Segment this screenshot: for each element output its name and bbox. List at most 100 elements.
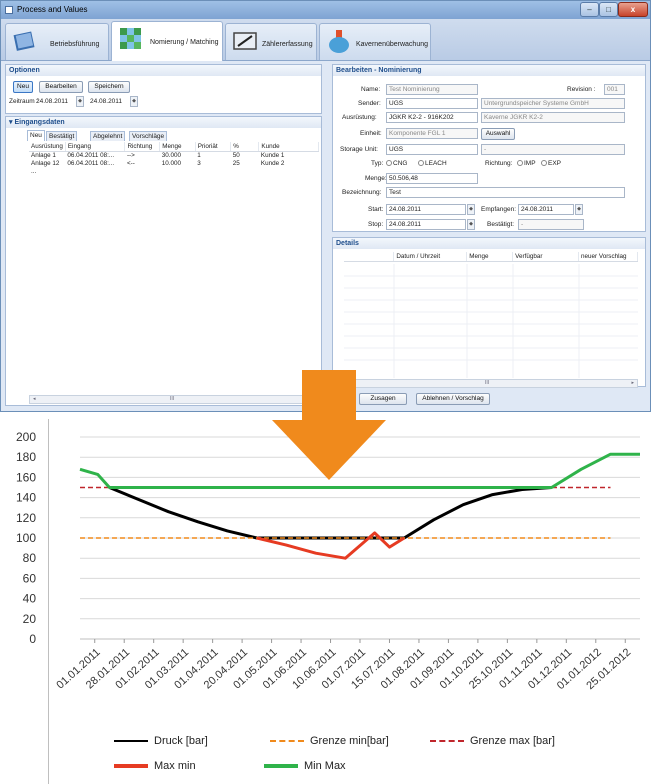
down-arrow-icon	[272, 370, 386, 480]
column-header[interactable]: neuer Vorschlag	[578, 252, 638, 262]
input-table: Ausrüstung Eingang Richtung Menge Priori…	[29, 142, 319, 176]
data-cube-icon	[120, 28, 141, 49]
tab-label: Kavernenüberwachung	[356, 41, 428, 48]
cell: 3	[197, 160, 201, 167]
start-date-spinner[interactable]: ◆	[467, 204, 475, 215]
scroll-thumb[interactable]: III	[485, 380, 489, 387]
period-from[interactable]: 24.08.2011	[36, 98, 68, 105]
options-title: Optionen	[6, 65, 321, 76]
confirmed-field: -	[518, 219, 584, 230]
legend-label: Min Max	[304, 760, 346, 772]
column-header[interactable]: Verfügbar	[512, 252, 579, 262]
period-from-spinner[interactable]: ◆	[76, 96, 84, 107]
tab-nomierung-matching[interactable]: Nomierung / Matching	[111, 21, 223, 61]
period-to[interactable]: 24.08.2011	[90, 98, 122, 105]
type-leach-radio[interactable]: LEACH	[418, 160, 447, 167]
column-header[interactable]: Ausrüstung	[29, 142, 66, 152]
cell: 10.000	[161, 160, 181, 167]
column-header[interactable]: %	[230, 142, 260, 152]
table-header: Ausrüstung Eingang Richtung Menge Priori…	[29, 142, 319, 152]
sender-label: Sender:	[358, 100, 381, 107]
meter-icon	[233, 32, 257, 50]
maximize-button[interactable]: □	[599, 2, 618, 17]
received-date-spinner[interactable]: ◆	[575, 204, 583, 215]
new-button[interactable]: Neu	[13, 81, 33, 93]
edit-button[interactable]: Bearbeiten	[39, 81, 83, 93]
reject-propose-button[interactable]: Ablehnen / Vorschlag	[416, 393, 490, 405]
type-cng-radio[interactable]: CNG	[386, 160, 407, 167]
cell: 06.04.2011 08:...	[67, 152, 115, 160]
column-header[interactable]: Kunde	[258, 142, 319, 152]
direction-imp-radio[interactable]: IMP	[517, 160, 536, 167]
legend-swatch	[114, 764, 148, 769]
storage-unit-description: -	[481, 144, 625, 155]
app-window: Process and Values ‒ □ x Betriebsführung…	[0, 0, 651, 412]
start-label: Start:	[368, 206, 384, 213]
cell: <--	[126, 160, 135, 167]
table-row[interactable]: ...	[29, 168, 319, 176]
designation-field[interactable]: Test	[386, 187, 625, 198]
legend-label: Grenze min[bar]	[310, 735, 389, 747]
select-button[interactable]: Auswahl	[481, 128, 515, 140]
period-to-spinner[interactable]: ◆	[130, 96, 138, 107]
cell: Anlage 1	[31, 152, 56, 160]
sender-field[interactable]: UGS	[386, 98, 478, 109]
minimize-button[interactable]: ‒	[580, 2, 599, 17]
y-tick-label: 180	[16, 450, 36, 464]
direction-exp-radio[interactable]: EXP	[541, 160, 561, 167]
radio-icon	[386, 160, 392, 166]
column-header-blank	[344, 252, 395, 262]
options-panel: Optionen Neu Bearbeiten Speichern Zeitra…	[5, 64, 322, 114]
cell	[160, 168, 195, 176]
tab-kavernenueberwachung[interactable]: Kavernenüberwachung	[319, 23, 431, 60]
y-tick-label: 160	[16, 470, 36, 484]
unit-field[interactable]: Komponente FGL 1	[386, 128, 478, 139]
close-button[interactable]: x	[618, 2, 648, 17]
storage-unit-field[interactable]: UGS	[386, 144, 478, 155]
series-line-0	[108, 486, 552, 540]
table-row[interactable]: Anlage 12 06.04.2011 08:... <-- 10.000 3…	[29, 160, 319, 168]
radio-icon	[517, 160, 523, 166]
cell: ...	[31, 168, 37, 175]
stop-field[interactable]: 24.08.2011	[386, 219, 466, 230]
name-field[interactable]: Test Nominierung	[386, 84, 478, 95]
column-header[interactable]: Menge	[466, 252, 514, 262]
subtab-new[interactable]: Neu	[27, 130, 45, 141]
scroll-right-icon[interactable]: ▸	[631, 380, 634, 387]
received-field[interactable]: 24.08.2011	[518, 204, 574, 215]
revision-field[interactable]: 001	[604, 84, 625, 95]
stop-date-spinner[interactable]: ◆	[467, 219, 475, 230]
equipment-field[interactable]: JGKR K2-2 - 916K202	[386, 112, 478, 123]
scroll-left-icon[interactable]: ◂	[33, 396, 36, 403]
y-tick-label: 0	[29, 632, 36, 646]
subtab-rejected[interactable]: Abgelehnt	[90, 131, 126, 141]
column-header[interactable]: Menge	[159, 142, 196, 152]
legend-max-min: Max min	[114, 760, 196, 772]
type-label: Typ:	[371, 160, 384, 167]
subtab-proposals[interactable]: Vorschläge	[129, 131, 168, 141]
save-button[interactable]: Speichern	[88, 81, 130, 93]
y-tick-label: 120	[16, 511, 36, 525]
direction-imp-label: IMP	[524, 160, 536, 167]
start-field[interactable]: 24.08.2011	[386, 204, 466, 215]
table-row[interactable]: Anlage 1 06.04.2011 08:... --> 30.000 1 …	[29, 152, 319, 160]
column-header[interactable]: Eingang	[65, 142, 126, 152]
legend-swatch	[430, 740, 464, 743]
legend-grenze-max: Grenze max [bar]	[430, 735, 555, 747]
cell: 50	[232, 152, 240, 160]
details-horizontal-scrollbar[interactable]: III ▸	[344, 379, 638, 388]
type-cng-label: CNG	[393, 160, 408, 167]
radio-icon	[541, 160, 547, 166]
tab-betriebsfuehrung[interactable]: Betriebsführung	[5, 23, 109, 60]
legend-grenze-min: Grenze min[bar]	[270, 735, 389, 747]
column-header[interactable]: Prioriät	[195, 142, 232, 152]
subtab-confirmed[interactable]: Bestätigt	[46, 131, 78, 141]
column-header[interactable]: Datum / Uhrzeit	[393, 252, 468, 262]
stop-label: Stop:	[368, 221, 384, 228]
scroll-thumb[interactable]: III	[170, 396, 174, 403]
radio-icon	[418, 160, 424, 166]
cell	[65, 168, 125, 176]
amount-field[interactable]: 50.506,48	[386, 173, 478, 184]
tab-zaehlererfassung[interactable]: Zählererfassung	[225, 23, 317, 60]
column-header[interactable]: Richtung	[124, 142, 161, 152]
